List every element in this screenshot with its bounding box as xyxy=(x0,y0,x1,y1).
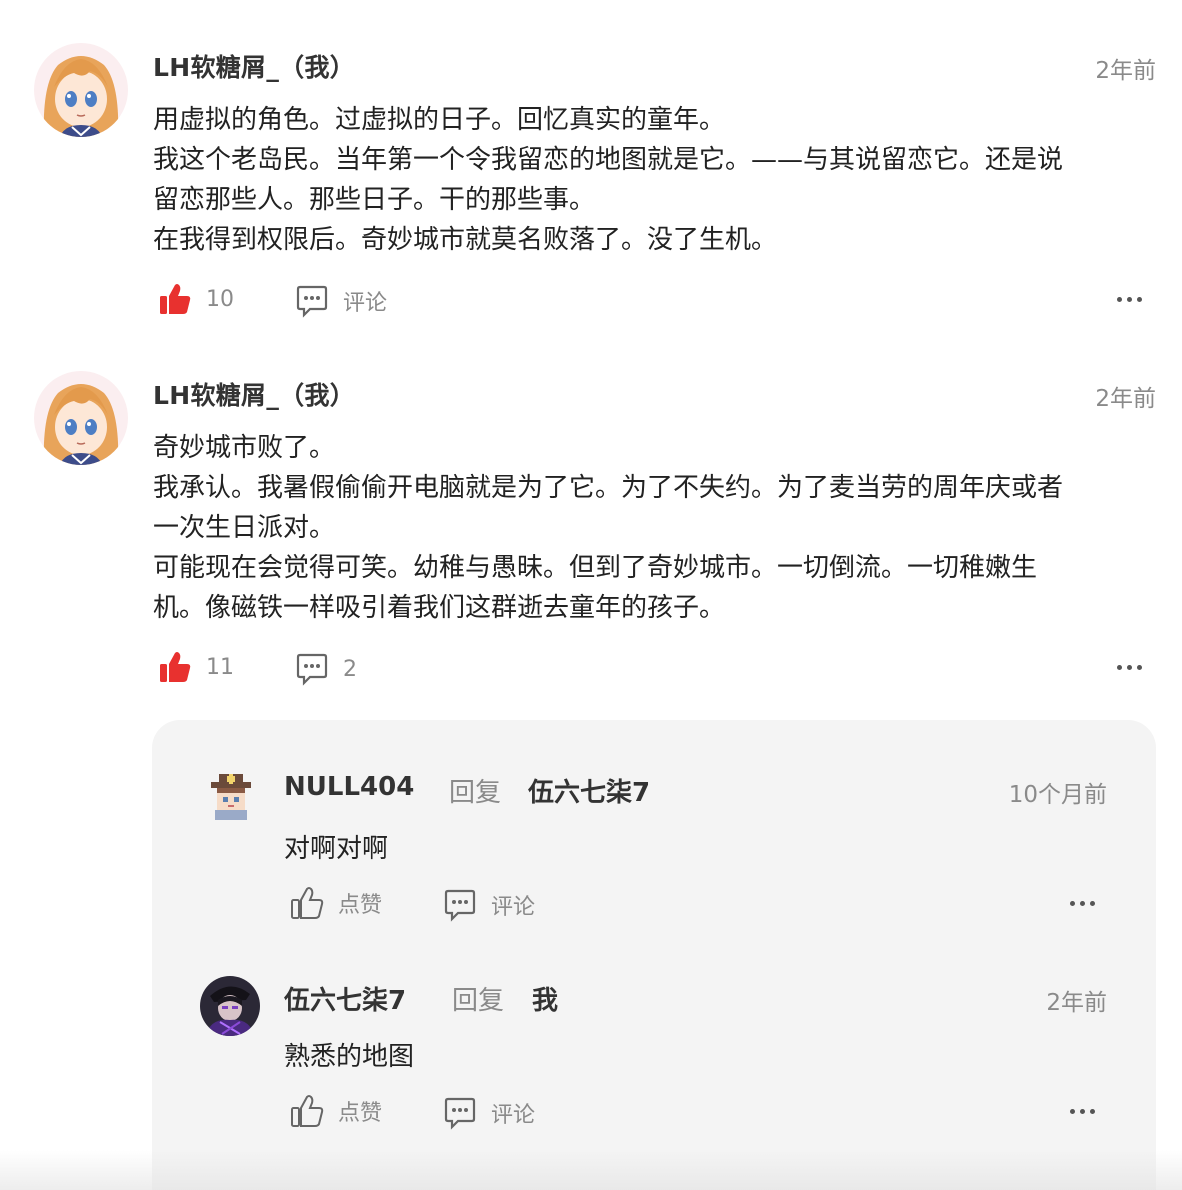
thumbs-up-outline-icon xyxy=(291,887,324,919)
reply-text: 熟悉的地图 xyxy=(284,1042,415,1072)
reply-target[interactable]: 我 xyxy=(532,980,558,1017)
reply-time: 2年前 xyxy=(1046,990,1107,1016)
reply-like-button[interactable]: 点赞 xyxy=(290,886,382,920)
like-label: 点赞 xyxy=(338,893,383,918)
comment-label: 评论 xyxy=(343,291,388,316)
reply-username[interactable]: 伍六七柒7 xyxy=(284,980,406,1017)
comment-button[interactable]: 评论 xyxy=(295,284,387,318)
comment-line: 可能现在会觉得可笑。幼稚与愚昧。但到了奇妙城市。一切倒流。一切稚嫩生 xyxy=(153,553,1038,583)
anime-girl-avatar-icon xyxy=(34,371,128,465)
comment-count: 2 xyxy=(343,656,357,682)
thumbs-up-filled-icon xyxy=(160,284,191,314)
like-label: 点赞 xyxy=(338,1101,383,1126)
comment-line: 在我得到权限后。奇妙城市就莫名败落了。没了生机。 xyxy=(153,225,778,255)
chat-bubble-dots-icon xyxy=(444,889,476,922)
reply-comment-button[interactable]: 评论 xyxy=(443,1096,535,1130)
reply-username[interactable]: NULL404 xyxy=(284,772,414,802)
thumbs-up-filled-icon xyxy=(160,652,191,682)
comment-time: 2年前 xyxy=(1095,58,1156,84)
more-options-icon[interactable] xyxy=(1070,901,1095,906)
more-options-icon[interactable] xyxy=(1117,297,1142,302)
thumbs-up-outline-icon xyxy=(291,1095,324,1127)
comment-line: 奇妙城市败了。 xyxy=(153,433,336,463)
more-options-icon[interactable] xyxy=(1117,665,1142,670)
chat-bubble-dots-icon xyxy=(444,1097,476,1130)
comment-label: 评论 xyxy=(491,895,536,920)
dark-character-avatar-icon xyxy=(200,976,260,1036)
user-avatar[interactable] xyxy=(34,371,128,465)
reply-comment-button[interactable]: 评论 xyxy=(443,888,535,922)
reply-text: 对啊对啊 xyxy=(284,834,389,864)
reply-word: 回复 xyxy=(449,778,502,808)
comment-line: 机。像磁铁一样吸引着我们这群逝去童年的孩子。 xyxy=(153,593,726,623)
more-options-icon[interactable] xyxy=(1070,1109,1095,1114)
like-button[interactable]: 10 xyxy=(158,282,234,316)
username[interactable]: LH软糖屑_（我） xyxy=(153,48,355,84)
comment-line: 一次生日派对。 xyxy=(153,513,336,543)
reply-target[interactable]: 伍六七柒7 xyxy=(528,772,650,809)
comment-button[interactable]: 2 xyxy=(295,652,357,686)
comment-body: 用虚拟的角色。过虚拟的日子。回忆真实的童年。 我这个老岛民。当年第一个令我留恋的… xyxy=(153,100,1143,260)
reply-like-button[interactable]: 点赞 xyxy=(290,1094,382,1128)
like-count: 11 xyxy=(206,654,234,680)
comment-label: 评论 xyxy=(491,1103,536,1128)
user-avatar[interactable] xyxy=(34,43,128,137)
comment-body: 奇妙城市败了。 我承认。我暑假偷偷开电脑就是为了它。为了不失约。为了麦当劳的周年… xyxy=(153,428,1143,628)
like-count: 10 xyxy=(206,286,234,312)
reply-time: 10个月前 xyxy=(1008,782,1107,808)
comment-line: 我这个老岛民。当年第一个令我留恋的地图就是它。——与其说留恋它。还是说 xyxy=(153,145,1064,175)
reply-word: 回复 xyxy=(452,986,505,1016)
pixel-cowboy-avatar-icon xyxy=(205,770,257,822)
comment-time: 2年前 xyxy=(1095,386,1156,412)
comment-line: 用虚拟的角色。过虚拟的日子。回忆真实的童年。 xyxy=(153,105,726,135)
comment-thread: LH软糖屑_（我） 2年前 用虚拟的角色。过虚拟的日子。回忆真实的童年。 我这个… xyxy=(0,0,1182,1190)
comment-line: 留恋那些人。那些日子。干的那些事。 xyxy=(153,185,596,215)
chat-bubble-dots-icon xyxy=(296,653,328,686)
chat-bubble-dots-icon xyxy=(296,285,328,318)
anime-girl-avatar-icon xyxy=(34,43,128,137)
username[interactable]: LH软糖屑_（我） xyxy=(153,376,355,412)
reply-avatar[interactable] xyxy=(200,976,260,1036)
comment-line: 我承认。我暑假偷偷开电脑就是为了它。为了不失约。为了麦当劳的周年庆或者 xyxy=(153,473,1064,503)
like-button[interactable]: 11 xyxy=(158,650,234,684)
reply-avatar[interactable] xyxy=(205,770,257,822)
